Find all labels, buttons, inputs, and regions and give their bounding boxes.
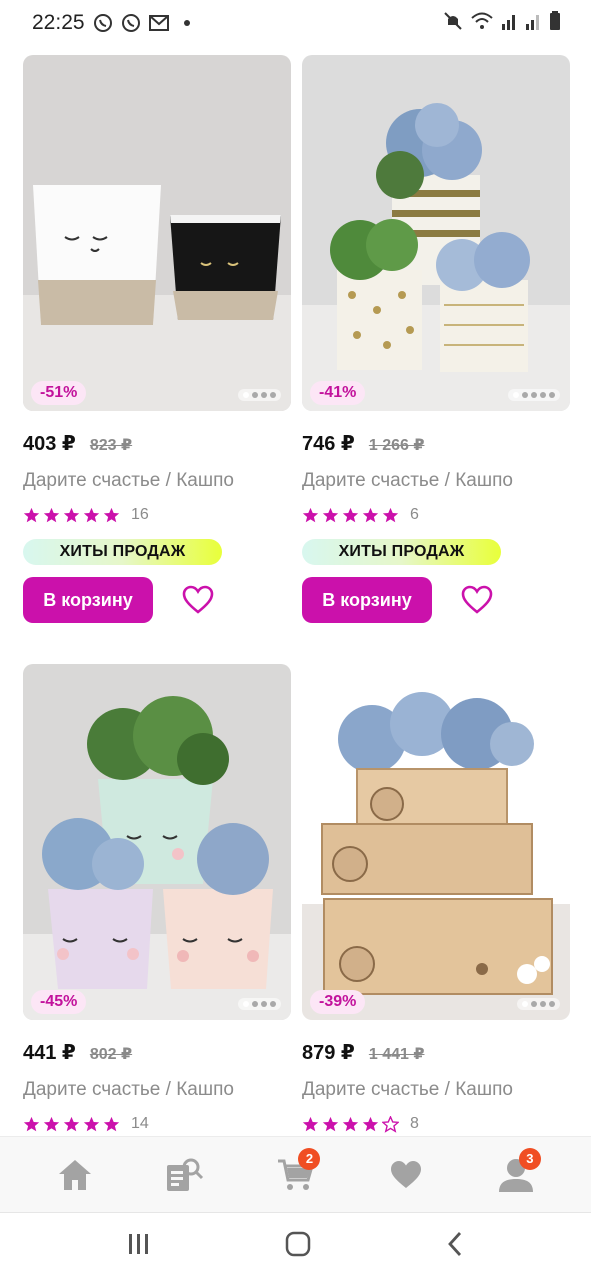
star-icon (382, 507, 399, 522)
discount-badge: -41% (310, 381, 366, 405)
back-icon (447, 1232, 461, 1256)
star-outline-icon (382, 1115, 399, 1133)
recent-apps-icon (129, 1234, 149, 1254)
review-count: 6 (410, 506, 419, 523)
mute-icon (443, 11, 463, 36)
price: 403 ₽ (23, 433, 76, 455)
favorite-button[interactable] (181, 583, 215, 617)
favorite-button[interactable] (460, 583, 494, 617)
status-bar: 22:25 (0, 0, 591, 46)
review-count: 8 (410, 1115, 419, 1132)
recent-apps-button[interactable] (127, 1233, 151, 1260)
nav-cart[interactable]: 2 (270, 1147, 321, 1200)
product-brand: Дарите счастье / Кашпо (23, 1079, 234, 1100)
star-icon (103, 1116, 120, 1131)
discount-badge: -45% (31, 990, 87, 1014)
star-icon (43, 507, 60, 522)
star-icon (103, 507, 120, 522)
product-brand: Дарите счастье / Кашпо (302, 1079, 513, 1100)
star-icon (83, 507, 100, 522)
star-icon (23, 507, 40, 522)
star-icon (302, 507, 319, 522)
rating: 8 (302, 1115, 570, 1133)
nav-favorites[interactable] (381, 1150, 431, 1200)
wifi-icon (471, 12, 493, 35)
image-pager (517, 998, 560, 1010)
add-to-cart-button[interactable]: В корзину (302, 577, 432, 623)
review-count: 16 (131, 506, 149, 523)
star-icon (302, 1116, 319, 1131)
bottom-navigation: 2 3 (0, 1136, 591, 1212)
home-button[interactable] (285, 1231, 311, 1262)
star-icon (63, 1116, 80, 1131)
mail-icon (148, 13, 169, 33)
star-icon (362, 507, 379, 522)
nav-home[interactable] (50, 1150, 100, 1200)
nav-profile[interactable]: 3 (491, 1147, 541, 1200)
product-card[interactable]: -41% 746 ₽ 1 266 ₽ Дарите счастье / Кашп… (302, 55, 570, 623)
home-circle-icon (286, 1231, 311, 1257)
star-icon (342, 507, 359, 522)
heart-outline-icon (182, 585, 214, 614)
heart-icon (390, 1160, 421, 1188)
price: 441 ₽ (23, 1042, 76, 1064)
product-image[interactable]: -39% (302, 664, 570, 1020)
price: 746 ₽ (302, 433, 355, 455)
product-image[interactable]: -45% (23, 664, 291, 1020)
price: 879 ₽ (302, 1042, 355, 1064)
star-icon (342, 1116, 359, 1131)
image-pager (238, 389, 281, 401)
old-price: 823 ₽ (89, 437, 133, 454)
add-to-cart-button[interactable]: В корзину (23, 577, 153, 623)
home-icon (59, 1159, 92, 1190)
cart-badge: 2 (298, 1147, 321, 1170)
image-pager (508, 389, 560, 401)
bestseller-badge: ХИТЫ ПРОДАЖ (23, 539, 222, 565)
system-navigation (0, 1212, 591, 1280)
star-icon (43, 1116, 60, 1131)
signal-icon (525, 12, 541, 35)
battery-icon (549, 10, 561, 36)
heart-outline-icon (461, 585, 493, 614)
viber-icon (121, 13, 141, 33)
product-card[interactable]: -45% 441 ₽ 802 ₽ Дарите счастье / Кашпо … (23, 664, 291, 1133)
discount-badge: -39% (310, 990, 366, 1014)
star-icon (83, 1116, 100, 1131)
star-icon (63, 507, 80, 522)
rating: 14 (23, 1115, 291, 1133)
old-price: 1 266 ₽ (368, 437, 425, 454)
bestseller-badge: ХИТЫ ПРОДАЖ (302, 539, 501, 565)
signal-icon (501, 12, 517, 35)
product-card[interactable]: -39% 879 ₽ 1 441 ₽ Дарите счастье / Кашп… (302, 664, 570, 1133)
product-image[interactable]: -41% (302, 55, 570, 411)
image-pager (238, 998, 281, 1010)
dot-icon (177, 13, 197, 33)
product-image[interactable]: -51% (23, 55, 291, 411)
star-icon (362, 1116, 379, 1131)
old-price: 1 441 ₽ (368, 1046, 425, 1063)
star-icon (23, 1116, 40, 1131)
review-count: 14 (131, 1115, 149, 1132)
old-price: 802 ₽ (89, 1046, 133, 1063)
product-brand: Дарите счастье / Кашпо (23, 470, 234, 491)
discount-badge: -51% (31, 381, 87, 405)
back-button[interactable] (446, 1231, 464, 1262)
viber-icon (93, 13, 113, 33)
product-card[interactable]: -51% 403 ₽ 823 ₽ Дарите счастье / Кашпо … (23, 55, 291, 623)
catalog-search-icon (167, 1158, 204, 1191)
profile-badge: 3 (518, 1147, 541, 1170)
star-icon (322, 1116, 339, 1131)
product-brand: Дарите счастье / Кашпо (302, 470, 513, 491)
rating: 16 (23, 506, 291, 524)
rating: 6 (302, 506, 570, 524)
star-icon (322, 507, 339, 522)
nav-catalog[interactable] (160, 1150, 210, 1200)
clock: 22:25 (32, 11, 85, 34)
